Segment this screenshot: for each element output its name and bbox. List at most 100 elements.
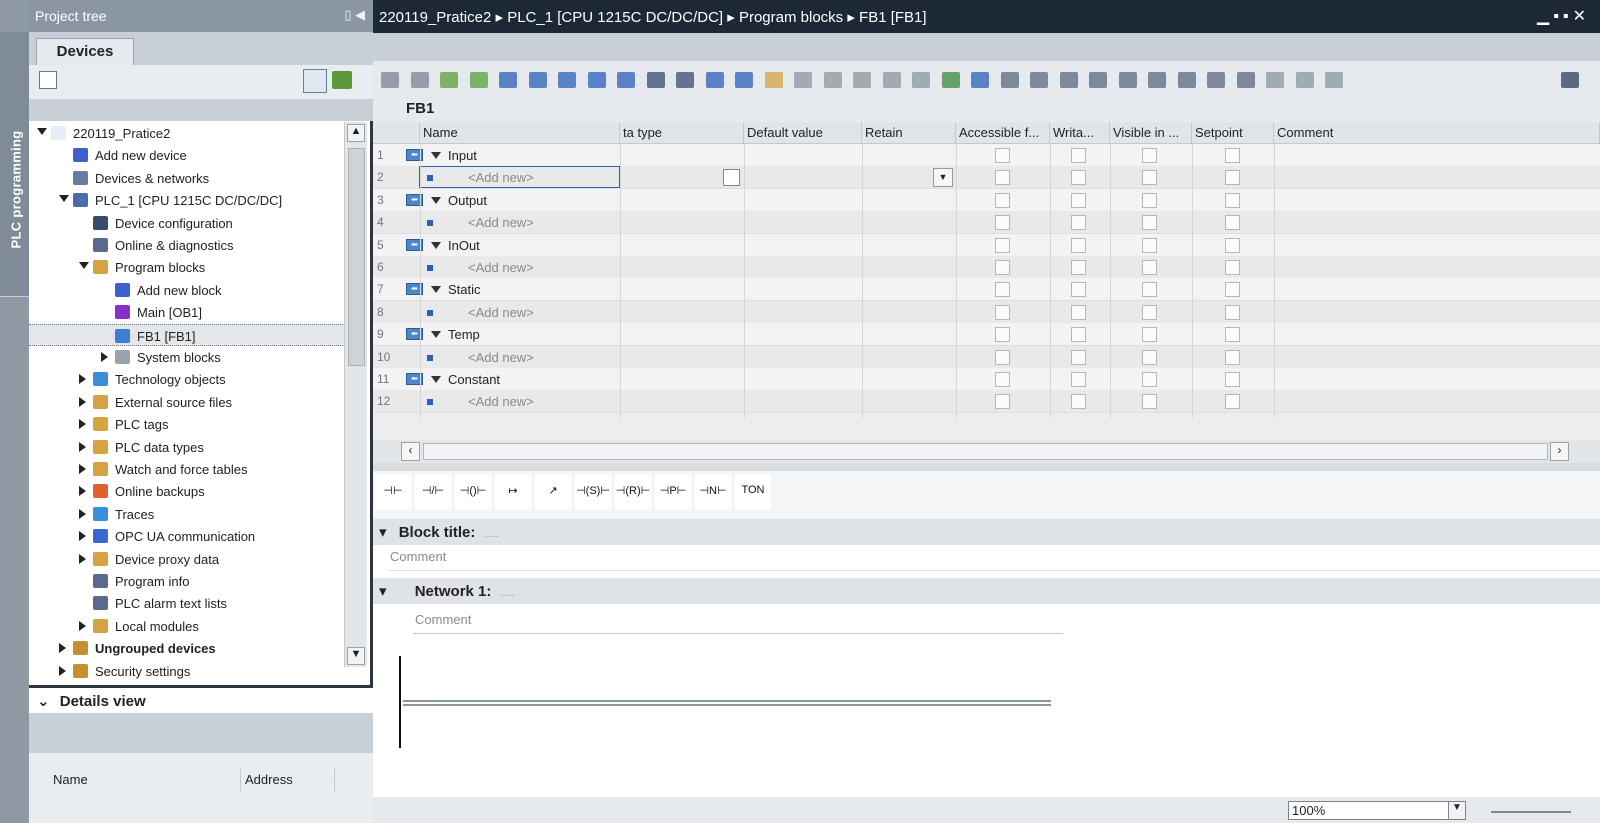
editor-splitter[interactable] xyxy=(373,463,1600,471)
expand-down-icon[interactable] xyxy=(431,331,441,339)
expand-right-icon[interactable] xyxy=(79,486,86,497)
row-name[interactable]: Temp xyxy=(448,327,480,342)
checkbox[interactable] xyxy=(1071,349,1086,365)
ladder-instruction-button[interactable]: ⊣()⊢ xyxy=(455,474,491,510)
table-row[interactable]: 8 <Add new> xyxy=(373,300,1600,324)
zoom-slider[interactable] xyxy=(1491,811,1571,813)
col-header[interactable]: Accessible f... xyxy=(956,122,1050,144)
toolbar-action-icon[interactable] xyxy=(882,72,901,88)
expand-down-icon[interactable] xyxy=(37,128,47,135)
breadcrumb-item[interactable]: Program blocks xyxy=(739,9,843,26)
checkbox[interactable] xyxy=(1071,372,1086,387)
checkbox[interactable] xyxy=(1225,215,1240,231)
toolbar-action-icon[interactable] xyxy=(1325,72,1343,88)
checkbox[interactable] xyxy=(995,260,1010,275)
window-controls[interactable]: ▁▪▪✕ xyxy=(1537,6,1590,26)
scroll-left-button[interactable]: ‹ xyxy=(401,442,420,461)
checkbox[interactable] xyxy=(1071,237,1086,253)
checkbox[interactable] xyxy=(995,372,1010,387)
scroll-right-button[interactable]: › xyxy=(1550,442,1569,461)
table-row[interactable]: 9 ⬅ Temp xyxy=(373,323,1600,347)
toolbar-action-icon[interactable] xyxy=(1207,72,1225,88)
tree-item[interactable]: Security settings xyxy=(29,660,351,682)
tree-item[interactable]: FB1 [FB1] xyxy=(29,323,351,346)
block-comment-field[interactable]: Comment xyxy=(388,545,1600,571)
tree-item[interactable]: Add new block xyxy=(29,279,351,301)
ladder-instruction-button[interactable]: ⊣P⊢ xyxy=(655,474,691,510)
breadcrumb-item[interactable]: FB1 [FB1] xyxy=(859,9,927,26)
network-wire[interactable] xyxy=(403,700,1051,702)
checkbox[interactable] xyxy=(1142,260,1157,275)
checkbox[interactable] xyxy=(1225,372,1240,387)
col-header[interactable]: ta type xyxy=(620,122,744,144)
toolbar-action-icon[interactable] xyxy=(1236,72,1255,88)
expand-right-icon[interactable] xyxy=(79,553,86,564)
table-row[interactable]: 12 <Add new> xyxy=(373,390,1600,414)
table-row[interactable]: 10 <Add new> xyxy=(373,345,1600,369)
checkbox[interactable] xyxy=(1071,148,1086,163)
checkbox[interactable] xyxy=(995,148,1010,163)
toolbar-action-icon[interactable] xyxy=(1118,72,1137,88)
tree-item[interactable]: Local modules xyxy=(29,615,351,637)
checkbox[interactable] xyxy=(1142,215,1157,231)
expand-right-icon[interactable] xyxy=(79,620,86,631)
checkbox[interactable] xyxy=(1225,260,1240,275)
table-row[interactable]: 4 <Add new> xyxy=(373,211,1600,235)
table-row[interactable]: 5 ⬅ InOut xyxy=(373,233,1600,257)
datatype-picker-icon[interactable] xyxy=(723,169,740,187)
expand-down-icon[interactable] xyxy=(79,262,89,270)
checkbox[interactable] xyxy=(1225,192,1240,208)
checkbox[interactable] xyxy=(995,327,1010,343)
toolbar-action-icon[interactable] xyxy=(469,72,488,88)
list-view-icon[interactable] xyxy=(303,69,327,93)
col-header[interactable]: Default value xyxy=(744,122,862,144)
expand-right-icon[interactable] xyxy=(79,396,86,407)
checkbox[interactable] xyxy=(1071,394,1086,410)
block-title-row[interactable]: ▾ Block title: ..... xyxy=(373,519,1600,545)
expand-down-icon[interactable] xyxy=(431,196,441,204)
scroll-thumb[interactable] xyxy=(348,148,365,366)
checkbox[interactable] xyxy=(1225,170,1240,186)
tree-item[interactable]: Device configuration xyxy=(29,212,351,234)
col-header[interactable]: Name xyxy=(420,122,620,144)
network-title-row[interactable]: ▾ Network 1: ..... xyxy=(373,578,1600,604)
tree-item[interactable]: PLC data types xyxy=(29,436,351,458)
expand-right-icon[interactable] xyxy=(79,464,86,474)
toolbar-action-icon[interactable] xyxy=(1295,72,1314,88)
expand-down-icon[interactable] xyxy=(431,152,441,159)
expand-right-icon[interactable] xyxy=(59,665,66,676)
collapse-panel-icon[interactable]: ▯ ◀ xyxy=(344,7,365,23)
toolbar-action-icon[interactable] xyxy=(381,72,399,88)
details-col-address[interactable]: Address xyxy=(241,769,335,791)
toolbar-action-icon[interactable] xyxy=(971,72,989,88)
chevron-down-icon[interactable]: ▾ xyxy=(379,524,387,541)
ladder-instruction-button[interactable]: ⊣⊢ xyxy=(375,474,411,510)
expand-right-icon[interactable] xyxy=(101,352,108,362)
tree-item[interactable]: Ungrouped devices xyxy=(29,637,351,659)
checkbox[interactable] xyxy=(1225,394,1240,410)
ladder-instruction-button[interactable]: ↦ xyxy=(495,474,531,510)
checkbox[interactable] xyxy=(1142,192,1157,208)
checkbox[interactable] xyxy=(1071,192,1086,208)
checkbox[interactable] xyxy=(1071,170,1086,186)
toolbar-action-icon[interactable] xyxy=(1089,72,1107,88)
plc-programming-tab[interactable]: PLC programming xyxy=(0,32,29,297)
checkbox[interactable] xyxy=(995,170,1010,186)
checkbox[interactable] xyxy=(1225,304,1240,320)
network-wire[interactable] xyxy=(403,704,1051,706)
ladder-instruction-button[interactable]: ⊣(R)⊢ xyxy=(615,474,651,510)
toolbar-action-icon[interactable] xyxy=(440,72,458,88)
col-header[interactable]: Setpoint xyxy=(1192,122,1274,144)
tree-item[interactable]: Technology objects xyxy=(29,368,351,390)
checkbox[interactable] xyxy=(1071,260,1086,275)
toolbar-action-icon[interactable] xyxy=(705,72,724,88)
toolbar-action-icon[interactable] xyxy=(764,72,783,88)
checkbox[interactable] xyxy=(1142,148,1157,163)
hscroll-thumb[interactable] xyxy=(423,443,1548,460)
checkbox[interactable] xyxy=(995,215,1010,231)
tree-item[interactable]: Device proxy data xyxy=(29,548,351,570)
checkbox[interactable] xyxy=(995,349,1010,365)
tree-item[interactable]: Program info xyxy=(29,570,351,592)
expand-down-icon[interactable] xyxy=(59,195,69,203)
checkbox[interactable] xyxy=(995,394,1010,410)
